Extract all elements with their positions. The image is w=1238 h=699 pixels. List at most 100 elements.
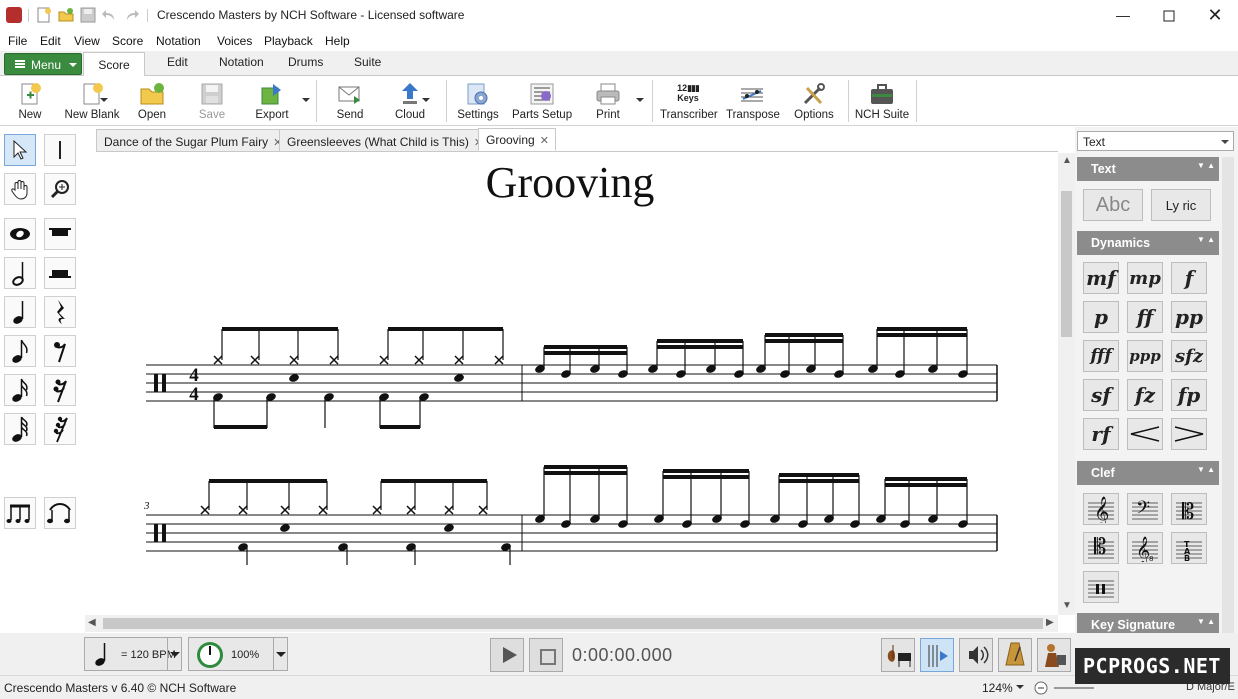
save-button[interactable]: Save: [190, 78, 234, 124]
dynamic-ff-button[interactable]: ff: [1127, 301, 1163, 333]
select-tool-icon[interactable]: [4, 134, 36, 166]
print-button[interactable]: Print: [586, 78, 644, 124]
open-quick-icon[interactable]: [58, 7, 74, 23]
follow-playback-button[interactable]: [920, 638, 954, 672]
horizontal-scroll-thumb[interactable]: [103, 618, 1043, 629]
whole-note-icon[interactable]: [4, 218, 36, 250]
eighth-note-icon[interactable]: [4, 335, 36, 367]
text-section-header[interactable]: Text ▼ ▲: [1077, 157, 1219, 181]
scroll-right-icon[interactable]: ▶: [1046, 617, 1054, 628]
parts-setup-button[interactable]: Parts Setup: [512, 78, 572, 124]
dynamic-pp-button[interactable]: pp: [1171, 301, 1207, 333]
speed-control[interactable]: 100%: [188, 637, 288, 671]
redo-icon[interactable]: [124, 7, 140, 23]
alto-clef-button[interactable]: 𝄡: [1171, 493, 1207, 525]
save-quick-icon[interactable]: [80, 7, 96, 23]
dynamic-p-button[interactable]: p: [1083, 301, 1119, 333]
new-button[interactable]: New: [8, 78, 52, 124]
print-dropdown-icon[interactable]: [636, 98, 644, 106]
open-button[interactable]: Open: [130, 78, 174, 124]
undo-icon[interactable]: [101, 7, 117, 23]
zoom-slider[interactable]: [1054, 687, 1094, 689]
dynamic-sfz-button[interactable]: sfz: [1171, 340, 1207, 372]
text-abc-button[interactable]: Abc: [1083, 189, 1143, 221]
export-dropdown-icon[interactable]: [302, 98, 310, 106]
bass-clef-button[interactable]: 𝄢: [1127, 493, 1163, 525]
tab-drums[interactable]: Drums: [288, 55, 323, 69]
zoom-out-icon[interactable]: [1034, 681, 1048, 695]
options-button[interactable]: Options: [792, 78, 836, 124]
dynamic-fp-button[interactable]: fp: [1171, 379, 1207, 411]
zoom-tool-icon[interactable]: [44, 173, 76, 205]
triplet-icon[interactable]: [4, 497, 36, 529]
scroll-down-icon[interactable]: ▼: [1062, 600, 1072, 611]
tempo-dropdown-icon[interactable]: [167, 638, 181, 670]
close-button[interactable]: ✕: [1192, 0, 1238, 31]
quarter-note-icon[interactable]: [4, 296, 36, 328]
dynamic-mf-button[interactable]: mf: [1083, 262, 1119, 294]
half-rest-icon[interactable]: [44, 257, 76, 289]
dynamic-ppp-button[interactable]: ppp: [1127, 340, 1163, 372]
close-tab-icon[interactable]: ✕: [540, 135, 549, 147]
metronome-button[interactable]: [998, 638, 1032, 672]
whole-rest-icon[interactable]: [44, 218, 76, 250]
collapse-icon[interactable]: ▼ ▲: [1197, 465, 1215, 474]
text-cursor-tool-icon[interactable]: [44, 134, 76, 166]
thirty-second-rest-icon[interactable]: [44, 413, 76, 445]
zoom-dropdown-icon[interactable]: [1016, 685, 1024, 693]
collapse-icon[interactable]: ▼ ▲: [1197, 161, 1215, 170]
cloud-button[interactable]: Cloud: [388, 78, 432, 124]
menu-notation[interactable]: Notation: [156, 34, 201, 48]
send-button[interactable]: Send: [328, 78, 372, 124]
tab-suite[interactable]: Suite: [354, 55, 381, 69]
tab-score[interactable]: Score: [83, 52, 145, 77]
treble-clef-button[interactable]: 𝄞: [1083, 493, 1119, 525]
scroll-up-icon[interactable]: ▲: [1062, 155, 1072, 166]
cloud-dropdown-icon[interactable]: [422, 98, 430, 106]
menu-edit[interactable]: Edit: [40, 34, 61, 48]
menu-view[interactable]: View: [74, 34, 100, 48]
nch-suite-button[interactable]: NCH Suite: [854, 78, 910, 124]
lyric-button[interactable]: Ly ric: [1151, 189, 1211, 221]
decrescendo-hairpin-button[interactable]: [1171, 418, 1207, 450]
menu-playback[interactable]: Playback: [264, 34, 313, 48]
dynamic-fff-button[interactable]: fff: [1083, 340, 1119, 372]
new-doc-quick-icon[interactable]: [36, 7, 52, 23]
dynamic-f-button[interactable]: f: [1171, 262, 1207, 294]
instruments-button[interactable]: [881, 638, 915, 672]
dynamic-rf-button[interactable]: rf: [1083, 418, 1119, 450]
speaker-button[interactable]: [959, 638, 993, 672]
hand-tool-icon[interactable]: [4, 173, 36, 205]
scroll-left-icon[interactable]: ◀: [88, 617, 96, 628]
clef-section-header[interactable]: Clef ▼ ▲: [1077, 461, 1219, 485]
treble-8vb-clef-button[interactable]: 𝄞 8: [1127, 532, 1163, 564]
minimize-button[interactable]: —: [1100, 0, 1146, 31]
play-button[interactable]: [490, 638, 524, 672]
percussion-clef-button[interactable]: [1083, 571, 1119, 603]
new-blank-dropdown-icon[interactable]: [100, 98, 108, 106]
maximize-button[interactable]: [1146, 0, 1192, 31]
settings-button[interactable]: Settings: [456, 78, 500, 124]
dynamic-mp-button[interactable]: mp: [1127, 262, 1163, 294]
dynamics-section-header[interactable]: Dynamics ▼ ▲: [1077, 231, 1219, 255]
vertical-scrollbar[interactable]: ▲ ▼: [1058, 153, 1075, 615]
new-blank-button[interactable]: New Blank: [62, 78, 122, 124]
vertical-scroll-thumb[interactable]: [1061, 191, 1072, 337]
eighth-rest-icon[interactable]: [44, 335, 76, 367]
menu-voices[interactable]: Voices: [217, 34, 252, 48]
menu-button[interactable]: Menu: [4, 53, 82, 75]
tenor-clef-button[interactable]: 𝄡: [1083, 532, 1119, 564]
transcriber-button[interactable]: 12▮▮▮ Keys Transcriber: [660, 78, 718, 124]
doc-tab[interactable]: Dance of the Sugar Plum Fairy ✕: [96, 129, 290, 152]
horizontal-scrollbar[interactable]: ◀ ▶: [85, 615, 1058, 632]
menu-help[interactable]: Help: [325, 34, 350, 48]
crescendo-hairpin-button[interactable]: [1127, 418, 1163, 450]
tab-notation[interactable]: Notation: [219, 55, 264, 69]
transpose-button[interactable]: Transpose: [726, 78, 780, 124]
quarter-rest-icon[interactable]: [44, 296, 76, 328]
collapse-icon[interactable]: ▼ ▲: [1197, 235, 1215, 244]
dynamic-sf-button[interactable]: sf: [1083, 379, 1119, 411]
menu-file[interactable]: File: [8, 34, 27, 48]
half-note-icon[interactable]: [4, 257, 36, 289]
tempo-control[interactable]: = 120 BPM: [84, 637, 182, 671]
